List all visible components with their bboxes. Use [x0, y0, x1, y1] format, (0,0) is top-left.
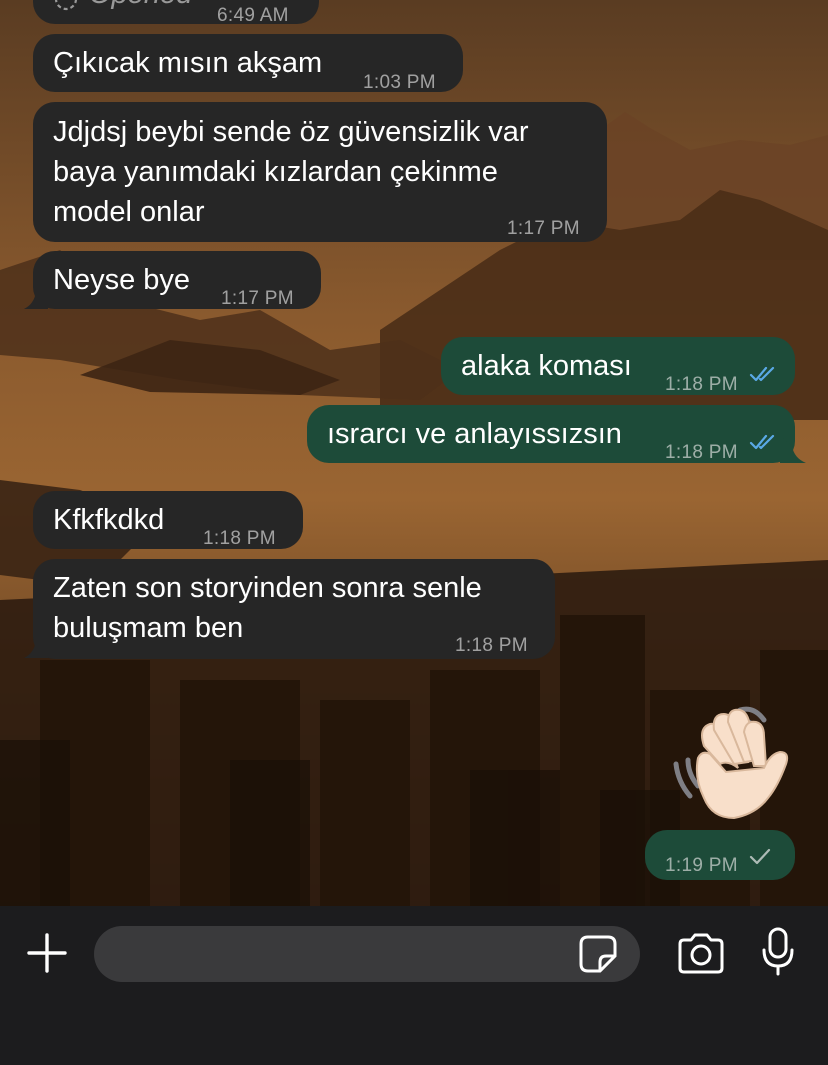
message-time: 1:18 PM [665, 442, 738, 463]
message-bubble-incoming[interactable]: Kfkfkdkd 1:18 PM [33, 491, 303, 549]
message-text: Neyse bye [53, 264, 191, 296]
message-time: 1:17 PM [507, 218, 580, 239]
plus-icon[interactable] [26, 932, 68, 974]
message-bubble-incoming[interactable]: Zaten son storyinden sonra senle buluşma… [33, 559, 555, 659]
message-bubble-outgoing[interactable]: alaka koması 1:18 PM [441, 337, 795, 395]
sticker-icon[interactable] [578, 934, 618, 974]
microphone-icon[interactable] [760, 926, 796, 978]
message-bubble-incoming[interactable]: Jdjdsj beybi sende öz güvensizlik var ba… [33, 102, 607, 242]
bubble-tail [780, 436, 806, 463]
message-composer [0, 906, 828, 1065]
message-bubble-outgoing[interactable]: ısrarcı ve anlayıssızsın 1:18 PM [307, 405, 795, 463]
message-text: Çıkıcak mısın akşam [53, 47, 323, 79]
message-bubble-outgoing[interactable]: 1:19 PM [645, 830, 795, 880]
waving-hand-sticker[interactable] [668, 702, 798, 824]
bubble-tail [24, 282, 48, 309]
message-time: 1:18 PM [455, 635, 528, 656]
read-ticks-icon [749, 434, 775, 450]
message-text: Zaten son storyinden sonra senle buluşma… [53, 572, 482, 644]
camera-icon[interactable] [676, 932, 726, 974]
message-time: 1:17 PM [221, 288, 294, 309]
message-time: 6:49 AM [217, 5, 289, 26]
message-text: Kfkfkdkd [53, 504, 165, 536]
message-time: 1:19 PM [665, 855, 738, 876]
message-time: 1:03 PM [363, 72, 436, 93]
message-text: Opened [89, 0, 192, 14]
waving-hand-icon [673, 706, 789, 820]
bubble-tail [24, 631, 48, 658]
chat-screen: Opened 6:49 AM Çıkıcak mısın akşam 1:03 … [0, 0, 828, 1065]
message-input[interactable] [94, 926, 640, 982]
message-text: ısrarcı ve anlayıssızsın [327, 418, 622, 450]
message-text: Jdjdsj beybi sende öz güvensizlik var ba… [53, 116, 529, 228]
view-once-icon [54, 0, 78, 11]
message-bubble-incoming[interactable]: Çıkıcak mısın akşam 1:03 PM [33, 34, 463, 93]
message-time: 1:18 PM [203, 528, 276, 549]
sent-tick-icon [749, 848, 771, 865]
message-bubble-opened[interactable]: Opened 6:49 AM [33, 0, 319, 26]
message-bubble-incoming[interactable]: Neyse bye 1:17 PM [33, 251, 321, 309]
message-text: alaka koması [461, 350, 632, 382]
message-time: 1:18 PM [665, 374, 738, 395]
read-ticks-icon [749, 366, 775, 382]
